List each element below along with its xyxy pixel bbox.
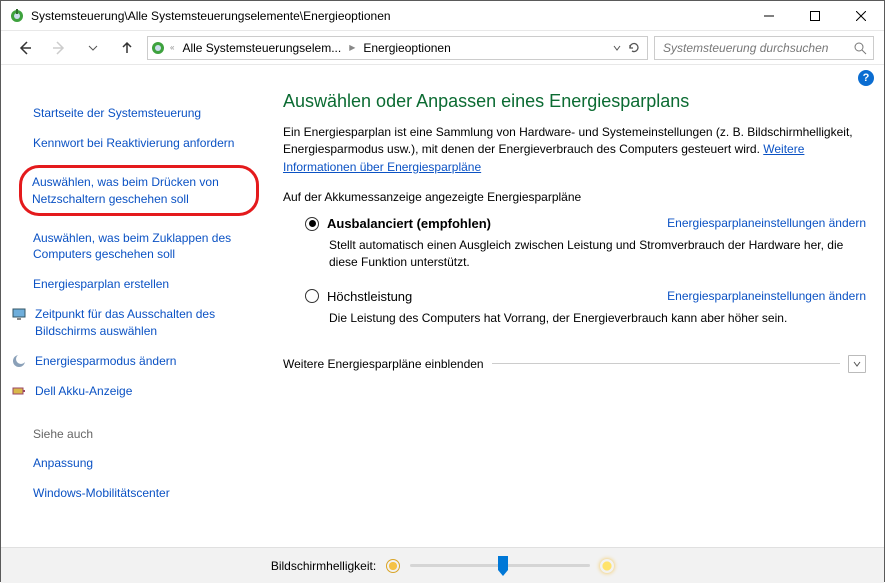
sidebar-link-label: Energiesparmodus ändern [35, 353, 176, 369]
slider-thumb[interactable] [498, 556, 508, 576]
sun-dim-icon [386, 559, 400, 573]
divider [492, 363, 840, 364]
plan-high-performance-radio[interactable]: Höchstleistung [305, 289, 412, 304]
sidebar-link-personalization[interactable]: Anpassung [33, 455, 255, 471]
address-bar[interactable]: « Alle Systemsteuerungselem... ▶ Energie… [147, 36, 648, 60]
nav-recent-dropdown[interactable] [79, 34, 107, 62]
nav-forward-button[interactable] [45, 34, 73, 62]
sidebar-link-dell-battery[interactable]: Dell Akku-Anzeige [33, 383, 255, 399]
sidebar-link-require-password[interactable]: Kennwort bei Reaktivierung anfordern [33, 135, 255, 151]
brightness-bar: Bildschirmhelligkeit: [1, 547, 884, 583]
battery-icon [11, 383, 27, 399]
radio-selected-icon [305, 217, 319, 231]
nav-up-button[interactable] [113, 34, 141, 62]
plan-description: Stellt automatisch einen Ausgleich zwisc… [329, 237, 866, 271]
intro-text: Ein Energiesparplan ist eine Sammlung vo… [283, 124, 866, 176]
nav-back-button[interactable] [11, 34, 39, 62]
close-button[interactable] [838, 1, 884, 31]
sidebar-link-sleep-mode[interactable]: Energiesparmodus ändern [33, 353, 255, 369]
main-content: Auswählen oder Anpassen eines Energiespa… [271, 91, 884, 547]
change-plan-settings-link[interactable]: Energiesparplaneinstellungen ändern [667, 216, 866, 230]
brightness-slider[interactable] [410, 557, 590, 575]
sun-bright-icon [600, 559, 614, 573]
plan-balanced: Ausbalanciert (empfohlen) Energiesparpla… [305, 216, 866, 271]
chevron-left-icon: « [168, 43, 176, 52]
search-box[interactable] [654, 36, 874, 60]
plan-balanced-radio[interactable]: Ausbalanciert (empfohlen) [305, 216, 491, 231]
sidebar-link-mobility-center[interactable]: Windows-Mobilitätscenter [33, 485, 255, 501]
chevron-down-icon [848, 355, 866, 373]
expand-label: Weitere Energiesparpläne einblenden [283, 357, 484, 371]
window-title: Systemsteuerung\Alle Systemsteuerungsele… [31, 9, 391, 23]
change-plan-settings-link[interactable]: Energiesparplaneinstellungen ändern [667, 289, 866, 303]
moon-icon [11, 353, 27, 369]
navbar: « Alle Systemsteuerungselem... ▶ Energie… [1, 31, 884, 65]
refresh-button[interactable] [627, 41, 641, 55]
search-icon [853, 41, 867, 55]
sidebar-link-create-plan[interactable]: Energiesparplan erstellen [33, 276, 255, 292]
sidebar-link-power-buttons[interactable]: Auswählen, was beim Drücken von Netzscha… [19, 165, 259, 215]
plan-description: Die Leistung des Computers hat Vorrang, … [329, 310, 866, 327]
titlebar: Systemsteuerung\Alle Systemsteuerungsele… [1, 1, 884, 31]
plan-label: Höchstleistung [327, 289, 412, 304]
plan-label: Ausbalanciert (empfohlen) [327, 216, 491, 231]
power-options-icon [9, 8, 25, 24]
sidebar-link-close-lid[interactable]: Auswählen, was beim Zuklappen des Comput… [33, 230, 255, 262]
address-dropdown[interactable] [613, 44, 621, 52]
section-heading: Auf der Akkumessanzeige angezeigte Energ… [283, 190, 866, 204]
help-row: ? [1, 65, 884, 91]
sidebar-link-label: Dell Akku-Anzeige [35, 383, 132, 399]
breadcrumb-segment[interactable]: Alle Systemsteuerungselem... [178, 41, 345, 55]
sidebar-link-home[interactable]: Startseite der Systemsteuerung [33, 105, 255, 121]
sidebar-link-label: Zeitpunkt für das Ausschalten des Bildsc… [35, 306, 255, 338]
help-icon[interactable]: ? [858, 70, 874, 86]
minimize-button[interactable] [746, 1, 792, 31]
monitor-icon [11, 306, 27, 322]
search-input[interactable] [661, 40, 853, 56]
plan-high-performance: Höchstleistung Energiesparplaneinstellun… [305, 289, 866, 327]
brightness-label: Bildschirmhelligkeit: [271, 559, 376, 573]
page-heading: Auswählen oder Anpassen eines Energiespa… [283, 91, 866, 112]
power-options-icon [150, 40, 166, 56]
breadcrumb-segment[interactable]: Energieoptionen [359, 41, 454, 55]
maximize-button[interactable] [792, 1, 838, 31]
radio-unselected-icon [305, 289, 319, 303]
sidebar-link-display-off[interactable]: Zeitpunkt für das Ausschalten des Bildsc… [33, 306, 255, 338]
sidebar-seealso-label: Siehe auch [33, 427, 255, 441]
expand-more-plans[interactable]: Weitere Energiesparpläne einblenden [283, 355, 866, 373]
sidebar: Startseite der Systemsteuerung Kennwort … [1, 91, 271, 547]
chevron-right-icon: ▶ [347, 43, 357, 52]
